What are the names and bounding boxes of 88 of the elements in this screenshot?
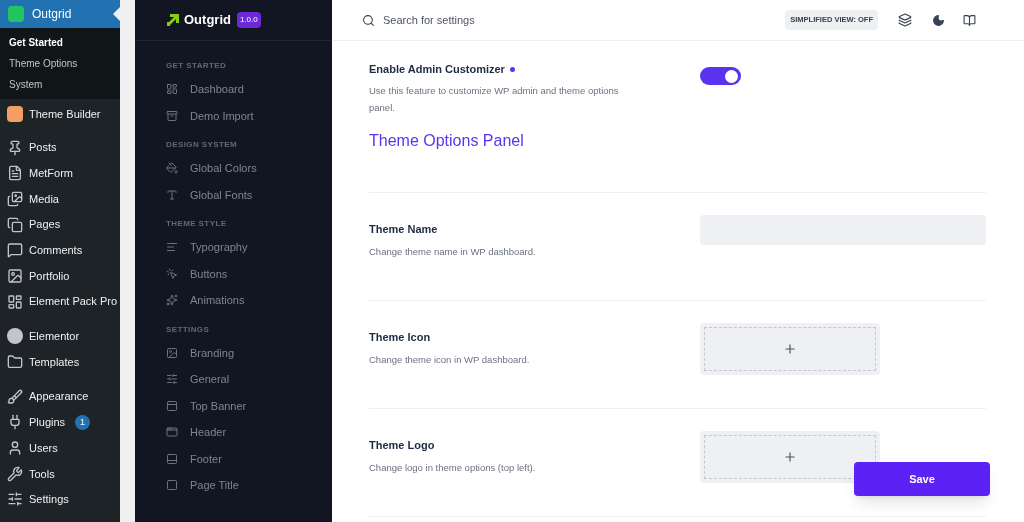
admin-menu-item[interactable]: Theme Builder	[0, 101, 120, 127]
footer-icon	[166, 452, 178, 465]
admin-menu-item[interactable]: Tools	[0, 460, 120, 487]
admin-menu-item[interactable]: Settings	[0, 486, 120, 513]
setting-description: Use this feature to customize WP admin and theme options panel.	[369, 83, 620, 115]
nav-item[interactable]: Top Banner	[166, 392, 301, 419]
circle-logo-icon	[7, 328, 23, 345]
nav-item[interactable]: Header	[166, 419, 301, 446]
comment-icon	[7, 242, 23, 259]
image-icon	[166, 346, 178, 359]
media-icon	[7, 190, 23, 207]
admin-menu-item[interactable]: Plugins 1	[0, 409, 120, 436]
admin-menu-item[interactable]: Appearance	[0, 383, 120, 410]
nav-item[interactable]: Footer	[166, 445, 301, 472]
submenu-item[interactable]: System	[0, 74, 120, 95]
admin-menu-item[interactable]: Posts	[0, 134, 120, 161]
header-icon	[166, 426, 178, 439]
moon-icon[interactable]	[932, 13, 945, 27]
nav-item[interactable]: Buttons	[166, 260, 301, 287]
field-label: Theme Logo	[369, 438, 436, 453]
search-icon	[362, 13, 375, 27]
nav-item[interactable]: Demo Import	[166, 102, 301, 129]
folder-icon	[7, 354, 23, 371]
brand-name: Outgrid	[184, 11, 231, 30]
nav-item[interactable]: General	[166, 366, 301, 393]
toggle-switch[interactable]	[700, 67, 741, 85]
admin-menu-item[interactable]: Element Pack Pro	[0, 288, 120, 315]
nav-item[interactable]: Typography	[166, 234, 301, 261]
upload-field[interactable]	[700, 323, 880, 375]
nav-item[interactable]: Branding	[166, 339, 301, 366]
plus-icon	[783, 450, 797, 464]
admin-menu-item[interactable]: Portfolio	[0, 263, 120, 289]
admin-menu-item[interactable]: Comments	[0, 237, 120, 264]
section-heading: DESIGN SYSTEM	[166, 139, 238, 151]
admin-menu-item[interactable]: Media	[0, 186, 120, 212]
submenu-item[interactable]: Get Started	[0, 32, 120, 53]
admin-menu-item[interactable]: Outgrid	[0, 0, 120, 28]
section-title: Theme Options Panel	[369, 126, 986, 193]
field-label: Theme Name	[369, 222, 439, 237]
nav-item[interactable]: Animations	[166, 287, 301, 314]
nav-item[interactable]: Global Fonts	[166, 181, 301, 208]
submenu-item[interactable]: Theme Options	[0, 53, 120, 74]
layers-icon[interactable]	[898, 13, 912, 27]
arrow-logo-icon	[166, 13, 180, 27]
field-description: Change theme name in WP dashboard.	[369, 244, 537, 259]
section-heading: THEME STYLE	[166, 218, 228, 230]
field-description: Change logo in theme options (top left).	[369, 460, 537, 475]
upload-field[interactable]	[700, 431, 880, 483]
sparkle-icon	[166, 294, 178, 307]
setting-title: Enable Admin Customizer	[369, 62, 505, 77]
field-description: Change theme icon in WP dashboard.	[369, 352, 531, 367]
settings-icon	[7, 491, 23, 508]
admin-menu-item[interactable]: MetForm	[0, 160, 120, 187]
version-badge: 1.0.0	[236, 12, 261, 28]
text-lines-icon	[166, 241, 178, 254]
plus-icon	[783, 342, 797, 356]
sliders-icon	[166, 373, 178, 386]
font-icon	[166, 188, 178, 201]
grid-logo-icon	[7, 293, 23, 310]
plug-icon	[7, 414, 23, 431]
pages-icon	[7, 216, 23, 233]
form-icon	[7, 165, 23, 182]
nav-item[interactable]: Global Colors	[166, 155, 301, 182]
pointer-arrow-icon	[113, 7, 120, 21]
admin-menu-item[interactable]: Pages	[0, 211, 120, 238]
admin-menu-item[interactable]: Users	[0, 435, 120, 461]
brush-icon	[7, 388, 23, 405]
count-badge: 1	[75, 414, 91, 430]
book-icon[interactable]	[963, 13, 976, 27]
search-field[interactable]: Search for settings	[383, 11, 778, 29]
admin-menu-item[interactable]: Elementor	[0, 323, 120, 350]
section-heading: GET STARTED	[166, 60, 228, 72]
paint-bucket-icon	[166, 162, 178, 175]
user-icon	[7, 440, 23, 457]
pin-icon	[7, 139, 23, 156]
archive-icon	[166, 109, 178, 122]
wrench-icon	[7, 465, 23, 482]
portfolio-icon	[7, 267, 23, 284]
section-heading: SETTINGS	[166, 323, 211, 336]
save-button[interactable]: Save	[854, 462, 990, 496]
page-title-icon	[166, 479, 178, 492]
top-banner-icon	[166, 399, 178, 412]
field-label: Theme Icon	[369, 330, 432, 345]
dashboard-icon	[166, 83, 178, 96]
pointer-icon	[166, 267, 178, 280]
admin-menu-item[interactable]: Templates	[0, 349, 120, 375]
nav-item[interactable]: Dashboard	[166, 76, 301, 103]
nav-item[interactable]: Page Title	[166, 472, 301, 499]
